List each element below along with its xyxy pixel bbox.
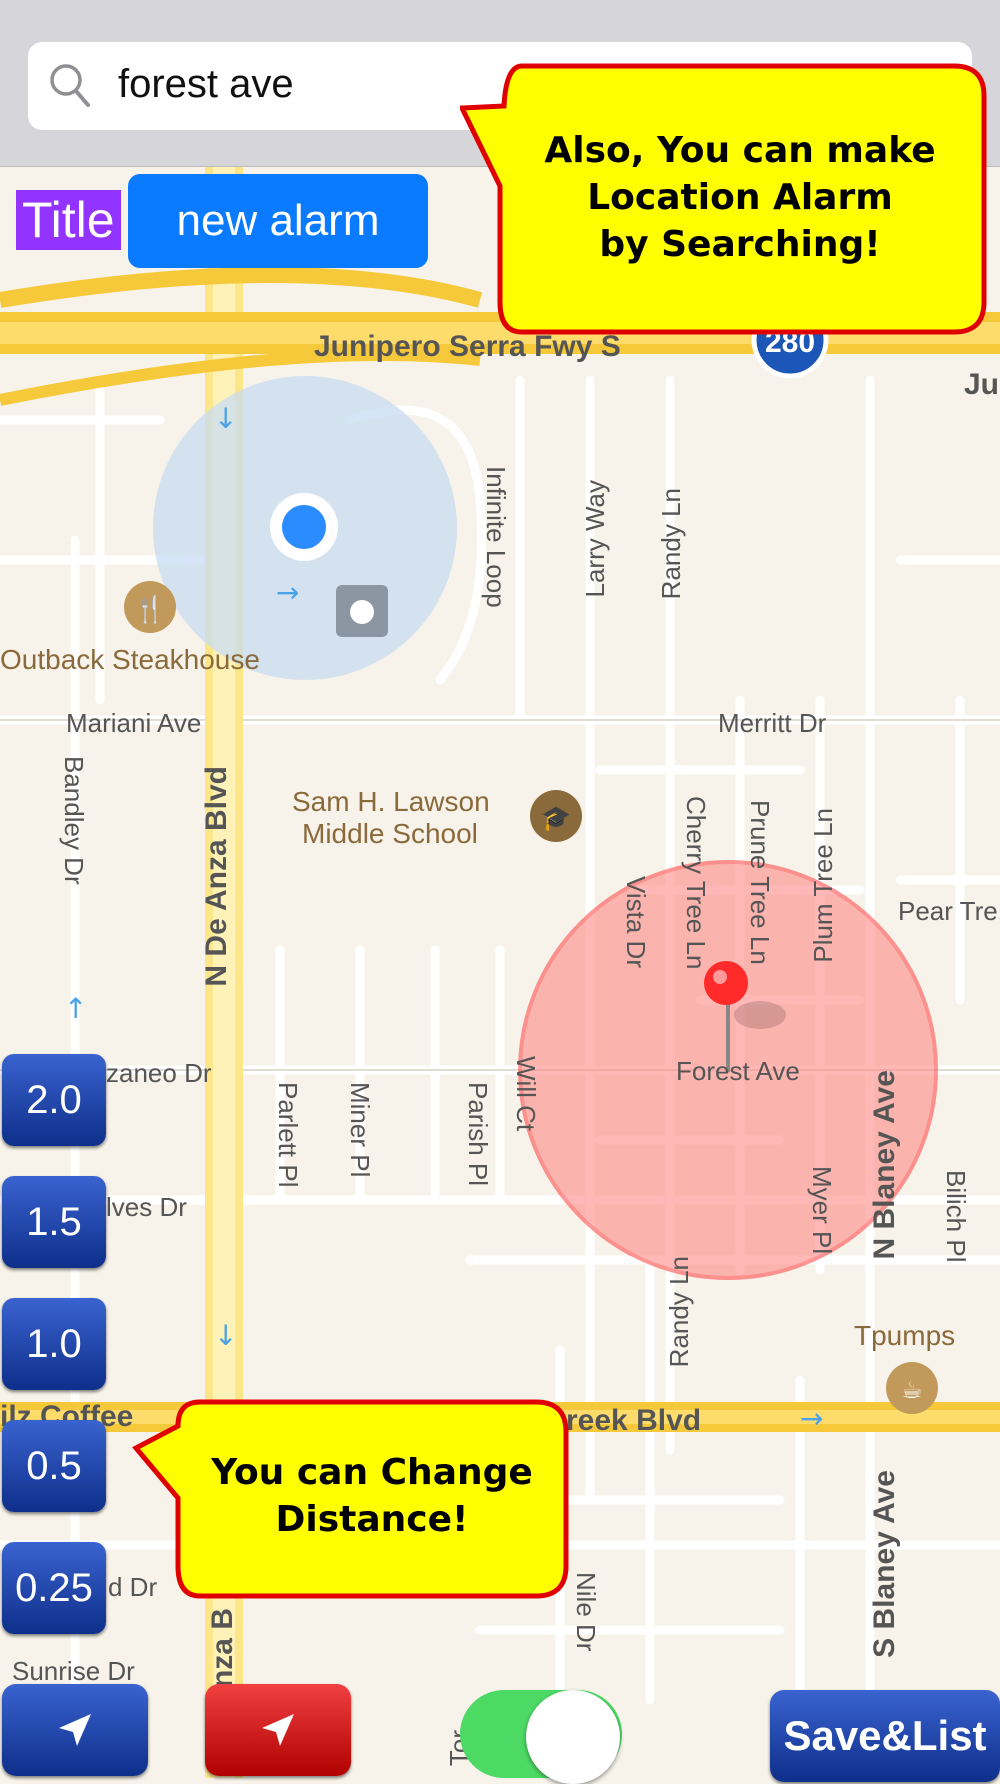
map-label-bilich: Bilich Pl bbox=[941, 1170, 971, 1263]
map-label-tpumps: Tpumps bbox=[854, 1320, 956, 1351]
svg-text:↑: ↑ bbox=[64, 992, 87, 1025]
save-list-button[interactable]: Save&List bbox=[770, 1690, 1000, 1782]
map-label-infinite: Infinite Loop bbox=[481, 466, 511, 608]
map-label-nile: Nile Dr bbox=[571, 1572, 601, 1652]
map-label-pear: Pear Tre bbox=[898, 896, 998, 926]
map-label-will: Will Ct bbox=[511, 1056, 541, 1132]
map-label-de-anza: N De Anza Blvd bbox=[200, 766, 233, 987]
title-badge: Title bbox=[16, 190, 121, 250]
callout-top-text: Also, You can make Location Alarm by Sea… bbox=[544, 130, 936, 265]
track-location-button[interactable] bbox=[205, 1684, 351, 1776]
map-label-lawson-1: Sam H. Lawson bbox=[292, 786, 490, 817]
distance-button-1-5[interactable]: 1.5 bbox=[2, 1176, 106, 1268]
map-label-alves: lves Dr bbox=[106, 1192, 187, 1222]
map-label-n-blaney: N Blaney Ave bbox=[868, 1070, 901, 1260]
map-label-parlett: Parlett Pl bbox=[273, 1082, 303, 1188]
location-arrow-icon bbox=[59, 1714, 91, 1746]
map-label-bandley: Bandley Dr bbox=[59, 756, 89, 885]
distance-button-2-0[interactable]: 2.0 bbox=[2, 1054, 106, 1146]
map-label-mariani: Mariani Ave bbox=[66, 708, 202, 738]
map-label-forest: Forest Ave bbox=[676, 1056, 800, 1086]
map-label-parish: Parish Pl bbox=[463, 1082, 493, 1187]
map-label-creek: reek Blvd bbox=[566, 1404, 702, 1437]
current-location-button[interactable] bbox=[2, 1684, 148, 1776]
map-label-sunrise: Sunrise Dr bbox=[12, 1656, 135, 1686]
map-label-jun-edge: Ju bbox=[964, 368, 1000, 401]
map-label-anza-b: nza B bbox=[206, 1608, 239, 1689]
svg-text:🎓: 🎓 bbox=[541, 804, 571, 832]
map-label-s-blaney: S Blaney Ave bbox=[868, 1470, 901, 1658]
map-label-myer: Myer Pl bbox=[807, 1166, 837, 1255]
new-alarm-button[interactable]: new alarm bbox=[128, 174, 428, 268]
svg-text:🍴: 🍴 bbox=[134, 594, 166, 625]
map-label-randy-top: Randy Ln bbox=[656, 488, 686, 600]
callout-bottom-text: You can Change Distance! bbox=[211, 1452, 533, 1540]
alarm-toggle-knob[interactable] bbox=[526, 1690, 620, 1784]
map-label-prune: Prune Tree Ln bbox=[745, 800, 775, 965]
distance-button-0-25[interactable]: 0.25 bbox=[2, 1542, 106, 1634]
map-label-miner: Miner Pl bbox=[345, 1082, 375, 1178]
distance-button-0-5[interactable]: 0.5 bbox=[2, 1420, 106, 1512]
svg-text:☕: ☕ bbox=[901, 1376, 923, 1404]
svg-text:↓: ↓ bbox=[214, 1319, 237, 1352]
search-icon bbox=[50, 64, 90, 107]
map-label-larry: Larry Way bbox=[580, 480, 610, 598]
callout-top: Also, You can make Location Alarm by Sea… bbox=[458, 62, 990, 338]
distance-button-1-0[interactable]: 1.0 bbox=[2, 1298, 106, 1390]
map-label-plum: Plum Tree Ln bbox=[808, 808, 838, 963]
map-label-randy-bottom: Randy Ln bbox=[664, 1256, 694, 1368]
map-label-zaneo: zaneo Dr bbox=[106, 1058, 212, 1088]
search-query-text: forest ave bbox=[118, 62, 294, 106]
location-arrow-icon bbox=[262, 1714, 294, 1746]
callout-bottom: You can Change Distance! bbox=[132, 1398, 572, 1602]
map-label-cherry: Cherry Tree Ln bbox=[681, 796, 711, 970]
svg-text:→: → bbox=[276, 576, 299, 609]
svg-text:↓: ↓ bbox=[214, 402, 237, 435]
map-label-outback: Outback Steakhouse bbox=[0, 644, 260, 675]
svg-text:→: → bbox=[800, 1402, 823, 1435]
map-label-merritt: Merritt Dr bbox=[718, 708, 827, 738]
map-label-vista: Vista Dr bbox=[621, 876, 651, 968]
map-label-lawson-2: Middle School bbox=[302, 818, 478, 849]
